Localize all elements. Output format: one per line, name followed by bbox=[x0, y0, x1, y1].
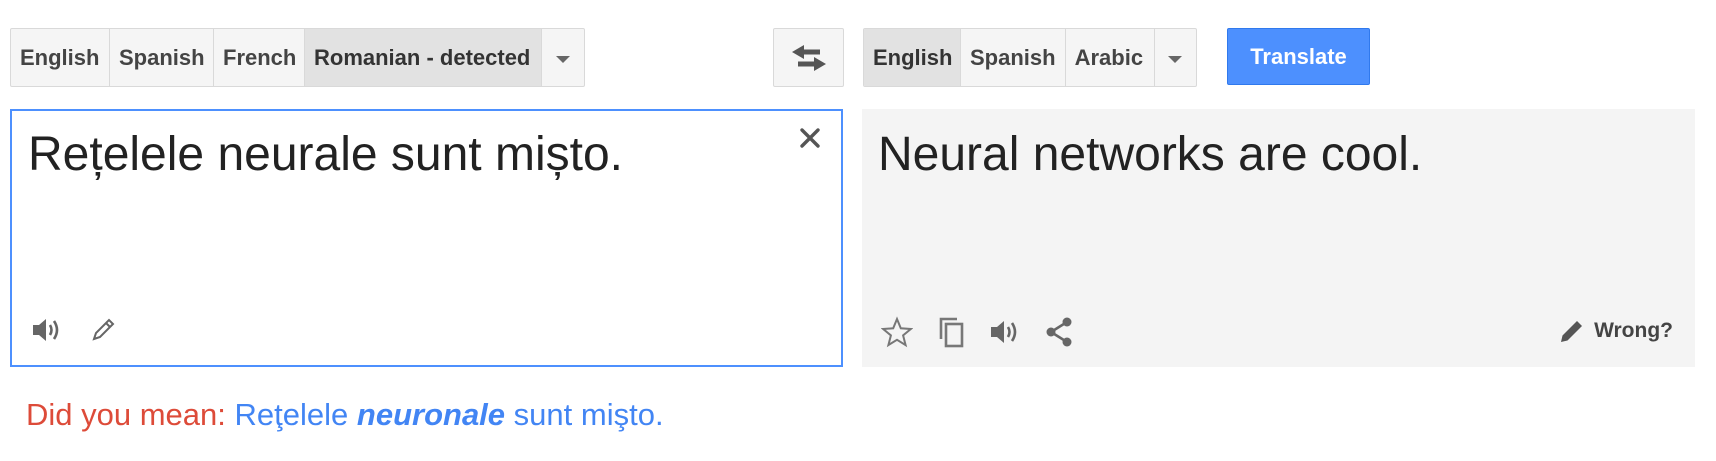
share-translation-button[interactable] bbox=[1042, 315, 1076, 349]
translation-toolbar bbox=[880, 315, 1076, 349]
swap-languages-button[interactable] bbox=[773, 28, 844, 87]
target-lang-arabic[interactable]: Arabic bbox=[1066, 29, 1155, 86]
copy-translation-button[interactable] bbox=[934, 315, 968, 349]
suggestion-before: Reţelele bbox=[234, 397, 349, 432]
translation-output-area: Neural networks are cool. Wrong? bbox=[862, 109, 1695, 367]
suggestion-emphasis: neuronale bbox=[356, 397, 506, 432]
edit-pencil-icon bbox=[1561, 321, 1583, 342]
translate-button[interactable]: Translate bbox=[1227, 28, 1370, 85]
suggested-correction-link[interactable]: Reţelele neuronale sunt mişto. bbox=[235, 397, 664, 432]
chevron-down-icon bbox=[1168, 56, 1183, 63]
source-lang-detected[interactable]: Romanian - detected bbox=[305, 29, 542, 86]
translation-text: Neural networks are cool. bbox=[878, 128, 1423, 181]
source-lang-spanish[interactable]: Spanish bbox=[110, 29, 214, 86]
handwriting-button[interactable] bbox=[86, 313, 120, 347]
speaker-icon bbox=[991, 321, 1017, 343]
source-text[interactable]: Rețelele neurale sunt mișto. bbox=[28, 127, 623, 182]
copy-icon bbox=[939, 317, 964, 348]
source-lang-dropdown[interactable] bbox=[542, 29, 584, 86]
star-translation-button[interactable] bbox=[880, 315, 914, 349]
source-lang-english[interactable]: English bbox=[11, 29, 110, 86]
swap-icon bbox=[791, 44, 826, 71]
wrong-feedback-button[interactable]: Wrong? bbox=[1558, 317, 1673, 345]
share-icon bbox=[1046, 317, 1072, 347]
did-you-mean-label: Did you mean: bbox=[26, 397, 226, 432]
source-toolbar bbox=[30, 313, 120, 347]
clear-source-button[interactable] bbox=[797, 125, 823, 151]
source-text-area[interactable]: Rețelele neurale sunt mișto. bbox=[10, 109, 843, 367]
target-lang-english[interactable]: English bbox=[864, 29, 961, 86]
did-you-mean-suggestion: Did you mean: Reţelele neuronale sunt mi… bbox=[26, 397, 664, 433]
source-language-bar: English Spanish French Romanian - detect… bbox=[10, 28, 585, 87]
listen-translation-button[interactable] bbox=[988, 315, 1022, 349]
target-lang-spanish[interactable]: Spanish bbox=[961, 29, 1066, 86]
close-icon bbox=[800, 128, 820, 148]
star-icon bbox=[881, 316, 913, 348]
source-lang-french[interactable]: French bbox=[214, 29, 305, 86]
wrong-feedback-label: Wrong? bbox=[1594, 319, 1673, 342]
target-language-bar: English Spanish Arabic bbox=[863, 28, 1197, 87]
pencil-icon bbox=[92, 318, 115, 341]
chevron-down-icon bbox=[556, 56, 570, 63]
speaker-icon bbox=[33, 319, 59, 341]
target-lang-dropdown[interactable] bbox=[1155, 29, 1196, 86]
suggestion-after: sunt mişto. bbox=[513, 397, 664, 432]
listen-source-button[interactable] bbox=[30, 313, 64, 347]
